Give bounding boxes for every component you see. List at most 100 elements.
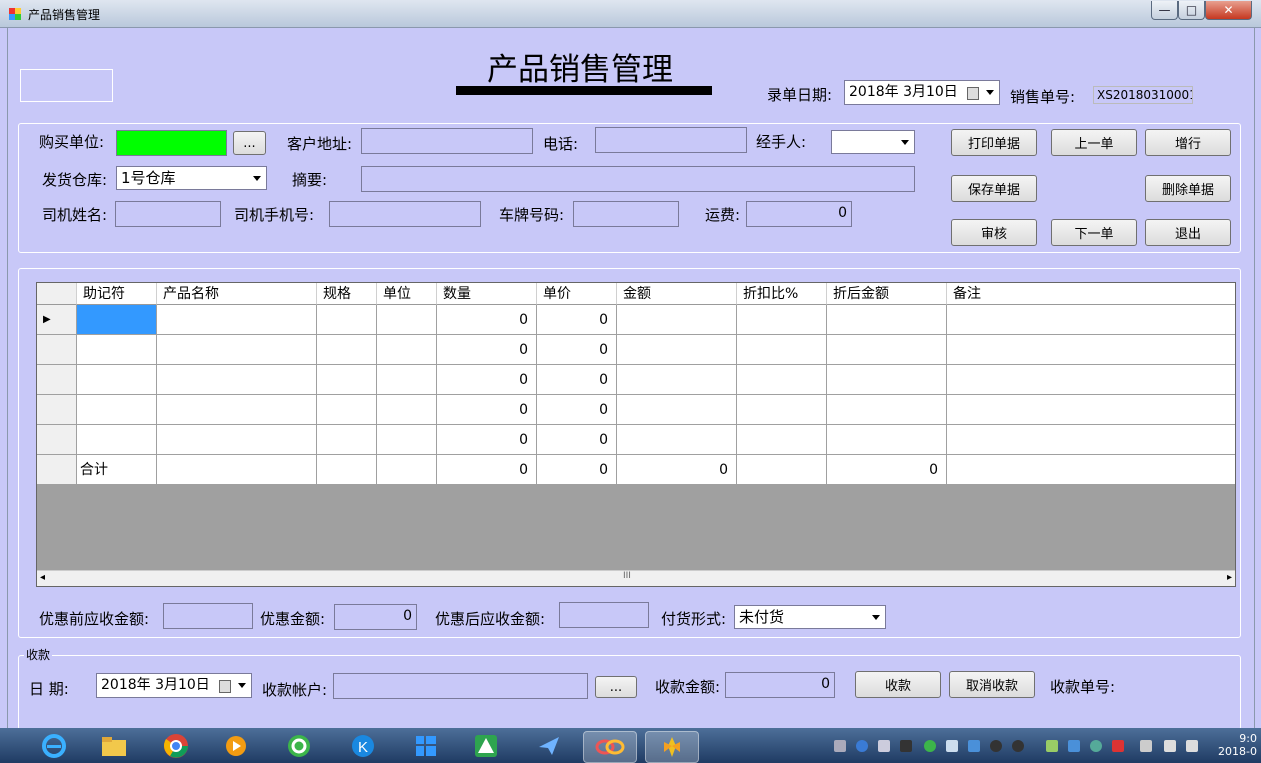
grid-cell[interactable]: 0 xyxy=(437,305,537,335)
col-header-discount[interactable]: 折扣比% xyxy=(737,283,827,305)
arrows-icon[interactable] xyxy=(878,740,890,752)
total-cell[interactable]: 0 xyxy=(617,455,737,485)
360-taskbar-button[interactable] xyxy=(273,731,325,761)
pay-type-select[interactable]: 未付货 xyxy=(734,605,886,629)
grid-cell[interactable] xyxy=(77,425,157,455)
total-cell[interactable]: 合计 xyxy=(77,455,157,485)
pre-discount-field[interactable] xyxy=(163,603,253,629)
collect-button[interactable]: 收款 xyxy=(855,671,941,698)
address-field[interactable] xyxy=(361,128,533,154)
grid-cell[interactable] xyxy=(827,395,947,425)
maximize-button[interactable]: □ xyxy=(1178,1,1205,20)
media-player-taskbar-button[interactable] xyxy=(210,731,262,761)
grid-cell[interactable] xyxy=(377,335,437,365)
prev-button[interactable]: 上一单 xyxy=(1051,129,1137,156)
qq-icon-2[interactable] xyxy=(1012,740,1024,752)
shield-icon[interactable] xyxy=(1090,740,1102,752)
plate-field[interactable] xyxy=(573,201,679,227)
grid-cell[interactable] xyxy=(947,395,1235,425)
grid-cell[interactable]: 0 xyxy=(537,425,617,455)
grid-cell[interactable] xyxy=(77,335,157,365)
exit-button[interactable]: 退出 xyxy=(1145,219,1231,246)
network-app-icon[interactable] xyxy=(968,740,980,752)
scroll-left-icon[interactable]: ◂ xyxy=(40,572,45,583)
audit-button[interactable]: 审核 xyxy=(951,219,1037,246)
col-header-price[interactable]: 单价 xyxy=(537,283,617,305)
handler-select[interactable] xyxy=(831,130,915,154)
row-header[interactable] xyxy=(37,365,77,395)
help-icon[interactable] xyxy=(856,740,868,752)
cancel-collect-button[interactable]: 取消收款 xyxy=(949,671,1035,698)
total-cell[interactable] xyxy=(317,455,377,485)
row-header[interactable]: ▶ xyxy=(37,305,77,335)
key-icon[interactable] xyxy=(900,740,912,752)
horizontal-scrollbar[interactable]: ◂ III ▸ xyxy=(37,570,1235,586)
account-browse-button[interactable]: ... xyxy=(595,676,637,698)
grid-cell[interactable] xyxy=(737,335,827,365)
grid-cell[interactable] xyxy=(827,305,947,335)
scroll-thumb[interactable]: III xyxy=(623,571,631,581)
grid-cell[interactable] xyxy=(377,395,437,425)
col-header-note[interactable]: 备注 xyxy=(947,283,1235,305)
account-field[interactable] xyxy=(333,673,588,699)
grid-cell[interactable]: 0 xyxy=(537,395,617,425)
post-discount-field[interactable] xyxy=(559,602,649,628)
clock[interactable]: 9:0 2018-0 xyxy=(1218,732,1257,758)
grid-cell[interactable] xyxy=(737,395,827,425)
col-header-amount[interactable]: 金额 xyxy=(617,283,737,305)
grid-cell[interactable] xyxy=(947,335,1235,365)
driver-field[interactable] xyxy=(115,201,221,227)
scroll-right-icon[interactable]: ▸ xyxy=(1227,572,1232,583)
row-header[interactable] xyxy=(37,425,77,455)
col-header-unit[interactable]: 单位 xyxy=(377,283,437,305)
print-button[interactable]: 打印单据 xyxy=(951,129,1037,156)
grid-cell[interactable] xyxy=(737,305,827,335)
grid-cell[interactable]: 0 xyxy=(437,365,537,395)
k-app-taskbar-button[interactable]: K xyxy=(337,731,389,761)
grid-cell[interactable]: 0 xyxy=(537,365,617,395)
close-button[interactable]: ✕ xyxy=(1205,1,1252,20)
delete-button[interactable]: 删除单据 xyxy=(1145,175,1231,202)
360-tray-icon[interactable] xyxy=(924,740,936,752)
grid-cell[interactable] xyxy=(947,425,1235,455)
grid-cell[interactable] xyxy=(947,305,1235,335)
grid-cell[interactable] xyxy=(77,365,157,395)
warehouse-select[interactable]: 1号仓库 xyxy=(116,166,267,190)
grid-cell[interactable] xyxy=(157,305,317,335)
buyer-browse-button[interactable]: ... xyxy=(233,131,266,155)
grid-cell[interactable] xyxy=(617,395,737,425)
next-button[interactable]: 下一单 xyxy=(1051,219,1137,246)
sales-app-taskbar-button[interactable] xyxy=(645,731,699,763)
volume-muted-icon[interactable] xyxy=(1164,740,1176,752)
total-cell[interactable] xyxy=(947,455,1235,485)
grid-cell[interactable] xyxy=(617,425,737,455)
tiles-taskbar-button[interactable] xyxy=(400,731,452,761)
grid-cell[interactable] xyxy=(827,335,947,365)
grid-cell[interactable] xyxy=(737,425,827,455)
driver-phone-field[interactable] xyxy=(329,201,481,227)
save-button[interactable]: 保存单据 xyxy=(951,175,1037,202)
row-header[interactable] xyxy=(37,335,77,365)
buyer-field[interactable] xyxy=(116,130,227,156)
keyboard-icon[interactable] xyxy=(834,740,846,752)
col-header-qty[interactable]: 数量 xyxy=(437,283,537,305)
grid-cell[interactable] xyxy=(317,335,377,365)
monitor-icon[interactable] xyxy=(1068,740,1080,752)
phone-field[interactable] xyxy=(595,127,747,153)
grid-cell[interactable] xyxy=(947,365,1235,395)
grid-cell[interactable]: 0 xyxy=(437,335,537,365)
total-cell[interactable] xyxy=(157,455,317,485)
chrome-taskbar-button[interactable] xyxy=(150,731,202,761)
grid-cell[interactable] xyxy=(157,425,317,455)
ie-taskbar-button[interactable] xyxy=(28,731,80,761)
window-title-bar[interactable]: 产品销售管理 — □ ✕ xyxy=(0,0,1261,28)
discount-field[interactable]: 0 xyxy=(334,604,417,630)
row-header[interactable] xyxy=(37,395,77,425)
app-tray-icon[interactable] xyxy=(1046,740,1058,752)
grid-cell[interactable] xyxy=(377,305,437,335)
total-cell[interactable] xyxy=(377,455,437,485)
grid-cell[interactable] xyxy=(617,305,737,335)
total-cell[interactable]: 0 xyxy=(827,455,947,485)
row-header[interactable] xyxy=(37,455,77,485)
signal-icon[interactable] xyxy=(1186,740,1198,752)
